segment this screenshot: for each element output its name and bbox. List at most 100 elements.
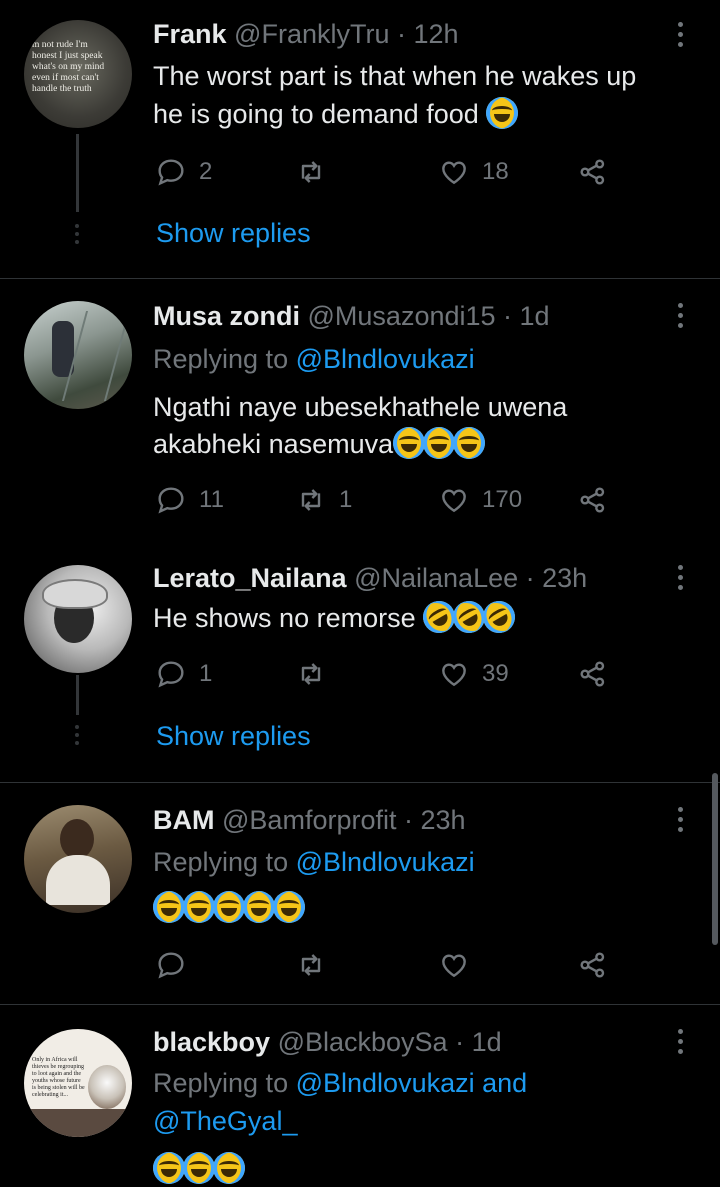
timestamp[interactable]: · 12h <box>397 19 459 49</box>
replying-to-label: Replying to <box>153 1068 289 1098</box>
replying-to-handle-2[interactable]: @TheGyal_ <box>153 1106 297 1136</box>
replying-to-2: @TheGyal_ <box>153 1103 297 1139</box>
reply-button[interactable] <box>155 947 199 983</box>
handle[interactable]: @BlackboySa <box>278 1027 448 1057</box>
display-name[interactable]: Frank <box>153 19 227 49</box>
avatar-text: is being stolen will be <box>32 1085 85 1091</box>
retweet-icon <box>301 954 321 976</box>
avatar-text: youths whose future <box>32 1078 81 1084</box>
handle[interactable]: @NailanaLee <box>354 563 518 593</box>
thread-line <box>76 675 79 715</box>
display-name[interactable]: BAM <box>153 805 215 835</box>
more-icon[interactable] <box>670 303 690 333</box>
more-icon[interactable] <box>670 565 690 595</box>
display-name[interactable]: blackboy <box>153 1027 270 1057</box>
replying-to-handle[interactable]: @Blndlovukazi <box>296 344 475 374</box>
timestamp[interactable]: · 1d <box>455 1027 502 1057</box>
reply-button[interactable]: 11 <box>155 482 224 518</box>
tweet-text-line-2: akabheki nasemuva <box>153 426 486 462</box>
handle[interactable]: @Bamforprofit <box>222 805 396 835</box>
rofl-emoji-icon <box>477 595 521 639</box>
retweet-button[interactable]: 1 <box>295 482 352 518</box>
avatar-text: honest I just speak <box>32 51 103 61</box>
tweet-blackboy[interactable]: Only in Africa will thieves be regroupin… <box>0 1005 720 1184</box>
tweet-frank[interactable]: m not rude I'm honest I just speak what'… <box>0 0 720 278</box>
like-button[interactable] <box>438 947 482 983</box>
joy-emoji-icon <box>453 427 486 459</box>
retweet-count: 1 <box>339 486 353 513</box>
tweet-text-line <box>153 890 305 926</box>
avatar[interactable]: Only in Africa will thieves be regroupin… <box>24 1029 132 1137</box>
joy-emoji-icon <box>213 1152 245 1184</box>
show-replies-link[interactable]: Show replies <box>156 218 311 249</box>
replying-to-label: Replying to <box>153 344 289 374</box>
avatar[interactable] <box>24 805 132 913</box>
like-icon <box>442 161 466 185</box>
timestamp[interactable]: · 23h <box>404 805 466 835</box>
handle[interactable]: @Musazondi15 <box>308 301 496 331</box>
tweet-lerato-nailana[interactable]: Lerato_Nailana @NailanaLee · 23h He show… <box>0 549 720 782</box>
share-button[interactable] <box>577 656 609 692</box>
reply-button[interactable]: 2 <box>155 154 212 190</box>
handle[interactable]: @FranklyTru <box>234 19 389 49</box>
share-button[interactable] <box>577 947 609 983</box>
tweet-musa-zondi[interactable]: Musa zondi @Musazondi15 · 1d Replying to… <box>0 279 720 549</box>
display-name[interactable]: Lerato_Nailana <box>153 563 347 593</box>
retweet-icon <box>301 663 321 685</box>
like-count: 18 <box>482 158 509 185</box>
share-button[interactable] <box>577 482 609 518</box>
replying-to-handle[interactable]: @Blndlovukazi and <box>296 1068 528 1098</box>
like-button[interactable]: 18 <box>438 154 509 190</box>
tweet-header: BAM @Bamforprofit · 23h <box>153 805 466 836</box>
more-icon[interactable] <box>670 1029 690 1059</box>
avatar-text: Only in Africa will <box>32 1057 78 1063</box>
share-icon <box>580 159 605 185</box>
retweet-button[interactable] <box>295 947 339 983</box>
avatar-text: what's on my mind <box>32 62 105 72</box>
reply-button[interactable]: 1 <box>155 656 212 692</box>
tweet-text-line <box>153 1151 245 1187</box>
reply-icon <box>158 952 184 979</box>
replying-to: Replying to @Blndlovukazi and <box>153 1065 527 1101</box>
tweet-text-line: He shows no remorse <box>153 595 521 639</box>
reply-count: 2 <box>199 158 213 185</box>
more-icon[interactable] <box>670 22 690 52</box>
reply-icon <box>158 487 184 514</box>
scrollbar[interactable] <box>712 773 718 945</box>
joy-emoji-icon <box>273 891 305 923</box>
tweet-actions <box>155 947 625 983</box>
like-button[interactable]: 170 <box>438 482 522 518</box>
tweet-actions: 2 18 <box>155 154 625 190</box>
share-button[interactable] <box>577 154 609 190</box>
avatar[interactable] <box>24 565 132 673</box>
reply-icon <box>158 159 184 186</box>
avatar[interactable]: m not rude I'm honest I just speak what'… <box>24 20 132 128</box>
retweet-button[interactable] <box>295 154 339 190</box>
replying-to-handle[interactable]: @Blndlovukazi <box>296 847 475 877</box>
reply-icon <box>158 661 184 688</box>
joy-emoji-icon <box>486 97 519 129</box>
more-icon[interactable] <box>670 807 690 837</box>
like-button[interactable]: 39 <box>438 656 509 692</box>
display-name[interactable]: Musa zondi <box>153 301 300 331</box>
thread-line <box>76 134 79 212</box>
share-icon <box>580 487 605 513</box>
avatar-text: m not rude I'm <box>32 40 88 50</box>
tweet-bam[interactable]: BAM @Bamforprofit · 23h Replying to @Bln… <box>0 783 720 1004</box>
tweet-text: He shows no remorse <box>153 603 416 633</box>
like-icon <box>442 954 466 978</box>
joy-emoji-icon <box>213 891 245 923</box>
avatar[interactable] <box>24 301 132 409</box>
joy-emoji-icon <box>183 1152 215 1184</box>
tweet-header: Frank @FranklyTru · 12h <box>153 19 459 50</box>
avatar-text: even if most can't <box>32 73 99 83</box>
share-icon <box>580 952 605 978</box>
show-replies-link[interactable]: Show replies <box>156 721 311 752</box>
timestamp[interactable]: · 1d <box>503 301 550 331</box>
tweet-text-line-2: he is going to demand food <box>153 96 519 132</box>
joy-emoji-icon <box>153 891 185 923</box>
timestamp[interactable]: · 23h <box>526 563 588 593</box>
tweet-header: blackboy @BlackboySa · 1d <box>153 1027 502 1058</box>
retweet-button[interactable] <box>295 656 339 692</box>
joy-emoji-icon <box>423 427 456 459</box>
